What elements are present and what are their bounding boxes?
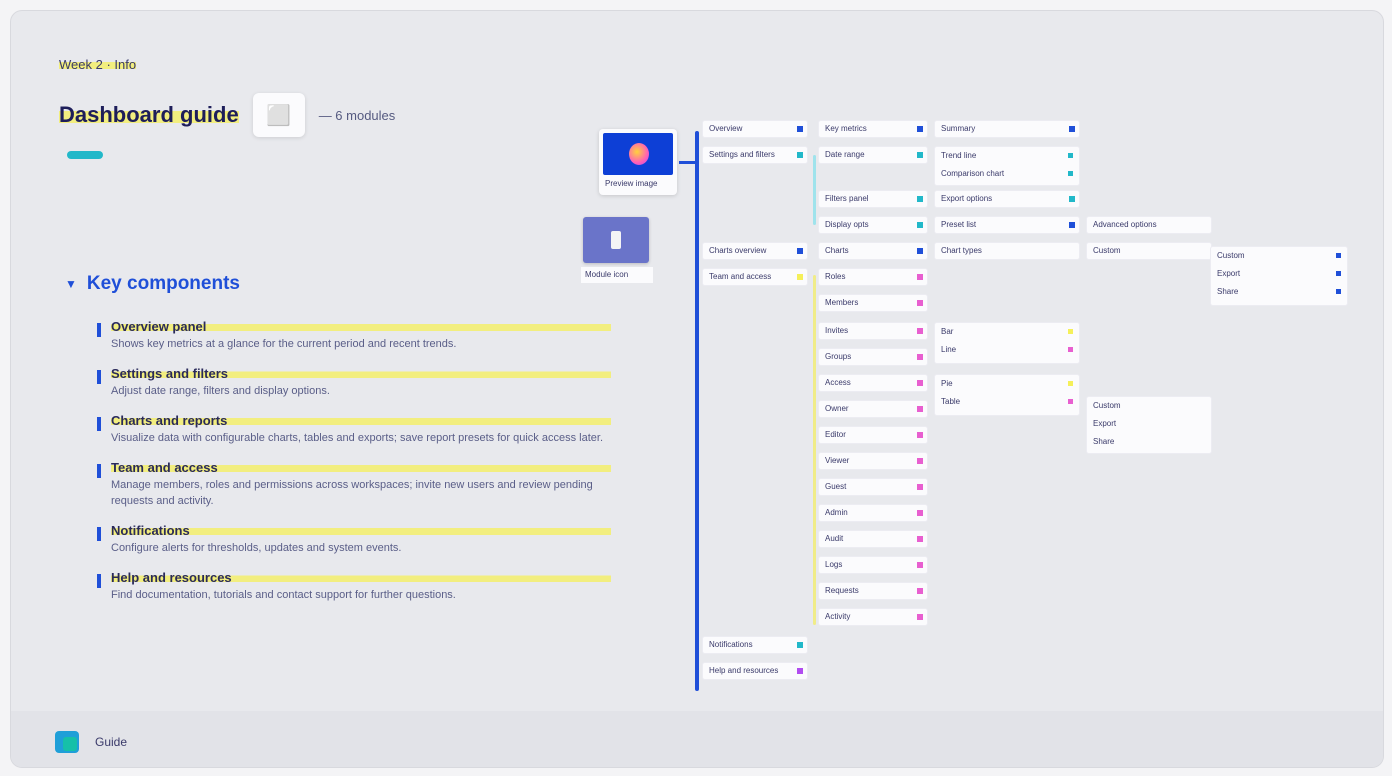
item-heading: Team and access [111, 460, 611, 475]
bullet-marker [97, 370, 101, 384]
tree-node[interactable]: Guest [819, 479, 927, 495]
tree-node[interactable]: Share [1211, 283, 1347, 301]
footer-bar: Guide [11, 711, 1383, 767]
tree-node[interactable]: Table [935, 393, 1079, 411]
tree-spine [695, 131, 699, 691]
list-item[interactable]: Overview panel Shows key metrics at a gla… [91, 319, 611, 352]
tree-group: Trend line Comparison chart [935, 147, 1079, 185]
tree-node[interactable]: Chart types [935, 243, 1079, 259]
app-logo-icon[interactable] [55, 731, 79, 753]
tree-node[interactable]: Date range [819, 147, 927, 163]
tree-node[interactable]: Editor [819, 427, 927, 443]
tree-node[interactable]: Groups [819, 349, 927, 365]
tree-node[interactable]: Invites [819, 323, 927, 339]
bullet-marker [97, 464, 101, 478]
item-heading: Help and resources [111, 570, 611, 585]
section-title: Key components [86, 273, 240, 294]
tree-node[interactable]: Members [819, 295, 927, 311]
tree-node[interactable]: Summary [935, 121, 1079, 137]
footer-label: Guide [95, 735, 128, 749]
item-heading: Charts and reports [111, 413, 611, 428]
item-description: Shows key metrics at a glance for the cu… [111, 338, 457, 350]
tree-node-root[interactable]: Team and access [703, 269, 807, 285]
section-header[interactable]: ▼ Key components [65, 273, 240, 295]
toggle-panel-button[interactable]: ⬜ [252, 93, 305, 137]
item-description: Configure alerts for thresholds, updates… [111, 542, 402, 554]
tree-node[interactable]: Admin [819, 505, 927, 521]
title-row: Dashboard guide ⬜ — 6 modules [59, 93, 395, 137]
bullet-marker [97, 527, 101, 541]
thumbnail-caption: Module icon [581, 267, 653, 283]
tree-node[interactable]: Advanced options [1087, 217, 1211, 233]
tree-node[interactable]: Roles [819, 269, 927, 285]
guide-window: Week 2 · Info Dashboard guide ⬜ — 6 modu… [10, 10, 1384, 768]
tree-node[interactable]: Bar [935, 323, 1079, 341]
item-heading: Overview panel [111, 319, 611, 334]
list-item[interactable]: Notifications Configure alerts for thresh… [91, 523, 611, 556]
bullet-marker [97, 417, 101, 431]
tree-group: Custom Export Share [1211, 247, 1347, 305]
item-heading: Settings and filters [111, 366, 611, 381]
tree-node-root[interactable]: Notifications [703, 637, 807, 653]
tree-node-root[interactable]: Overview [703, 121, 807, 137]
breadcrumb: Week 2 · Info [59, 57, 137, 72]
preview-card[interactable]: Preview image [599, 129, 677, 195]
tree-node[interactable]: Key metrics [819, 121, 927, 137]
tree-node-root[interactable]: Help and resources [703, 663, 807, 679]
tree-node[interactable]: Preset list [935, 217, 1079, 233]
tree-node[interactable]: Export [1211, 265, 1347, 283]
list-item[interactable]: Help and resources Find documentation, tu… [91, 570, 611, 603]
item-description: Manage members, roles and permissions ac… [111, 479, 593, 507]
item-description: Visualize data with configurable charts,… [111, 432, 603, 444]
component-list: Overview panel Shows key metrics at a gla… [91, 319, 611, 617]
tree-node[interactable]: Export [1087, 415, 1211, 433]
item-description: Find documentation, tutorials and contac… [111, 589, 456, 601]
tree-node[interactable]: Logs [819, 557, 927, 573]
tree-node[interactable]: Comparison chart [935, 165, 1079, 183]
panel-icon: ⬜ [266, 104, 292, 127]
tree-node[interactable]: Filters panel [819, 191, 927, 207]
tree-node[interactable]: Access [819, 375, 927, 391]
tree-node[interactable]: Display opts [819, 217, 927, 233]
bullet-marker [97, 574, 101, 588]
list-item[interactable]: Settings and filters Adjust date range, f… [91, 366, 611, 399]
tree-node[interactable]: Share [1087, 433, 1211, 451]
page-subtitle: — 6 modules [318, 107, 396, 123]
tree-connector [813, 155, 816, 225]
tree-node[interactable]: Custom [1211, 247, 1347, 265]
tree-node[interactable]: Charts [819, 243, 927, 259]
tree-node[interactable]: Requests [819, 583, 927, 599]
tree-node[interactable]: Pie [935, 375, 1079, 393]
list-item[interactable]: Team and access Manage members, roles and… [91, 460, 611, 509]
accent-pill [67, 151, 103, 159]
item-heading: Notifications [111, 523, 611, 538]
tree-node-root[interactable]: Charts overview [703, 243, 807, 259]
tree-connector [813, 275, 816, 625]
tree-group: Bar Line [935, 323, 1079, 363]
tree-node[interactable]: Export options [935, 191, 1079, 207]
tree-node[interactable]: Custom [1087, 243, 1211, 259]
page-title: Dashboard guide [59, 102, 239, 128]
tree-node[interactable]: Activity [819, 609, 927, 625]
item-description: Adjust date range, filters and display o… [111, 385, 330, 397]
tree-node[interactable]: Viewer [819, 453, 927, 469]
tree-node[interactable]: Owner [819, 401, 927, 417]
tree-node[interactable]: Line [935, 341, 1079, 359]
slide-icon [583, 217, 649, 263]
tree-group: Pie Table [935, 375, 1079, 415]
tree-node[interactable]: Trend line [935, 147, 1079, 165]
image-icon [603, 133, 673, 175]
bullet-marker [97, 323, 101, 337]
preview-caption: Preview image [605, 179, 658, 188]
tree-node[interactable]: Audit [819, 531, 927, 547]
chevron-down-icon: ▼ [65, 277, 77, 291]
tree-node[interactable]: Custom [1087, 397, 1211, 415]
tree-node-root[interactable]: Settings and filters [703, 147, 807, 163]
tree-group: Custom Export Share [1087, 397, 1211, 453]
list-item[interactable]: Charts and reports Visualize data with co… [91, 413, 611, 446]
thumbnail-card[interactable]: Module icon [581, 217, 657, 287]
